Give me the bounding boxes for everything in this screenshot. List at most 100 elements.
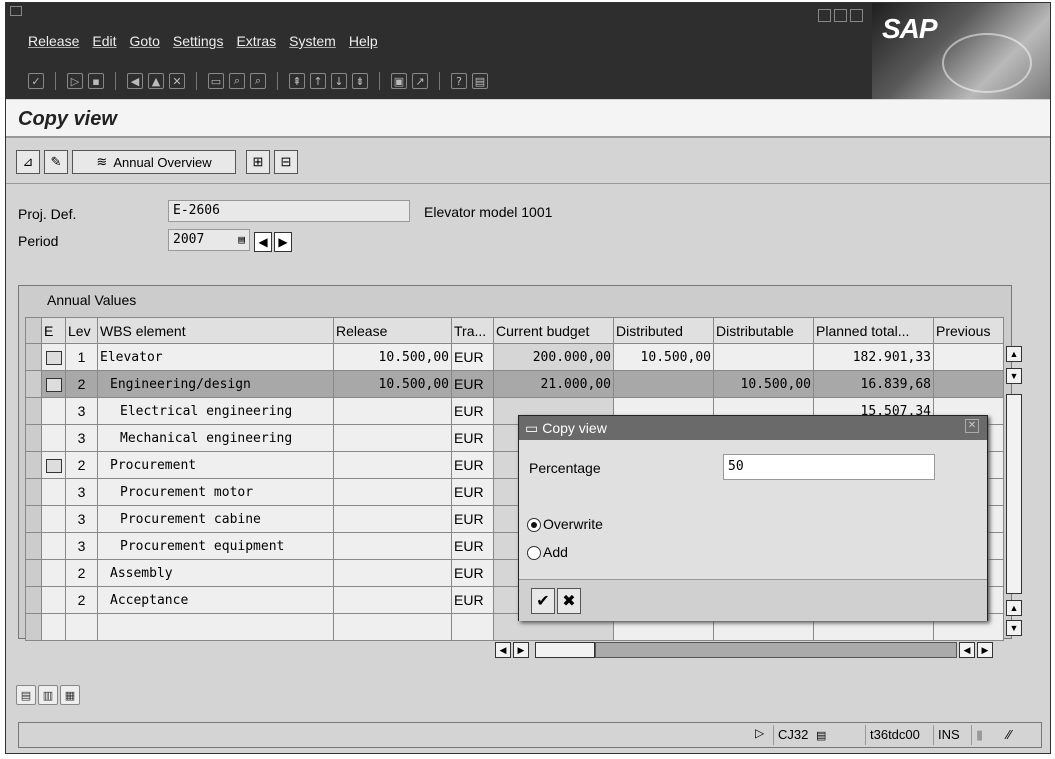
vertical-scrollbar[interactable]: ▲ ▼ ▲ ▼ (1006, 344, 1026, 650)
row-selector[interactable] (25, 559, 42, 587)
next-page-icon[interactable]: ↓ (331, 73, 347, 89)
cell-level[interactable]: 2 (65, 559, 98, 587)
new-session-icon[interactable]: ▣ (391, 73, 407, 89)
cell-level[interactable]: 3 (65, 532, 98, 560)
cell-release[interactable] (333, 613, 452, 641)
cell-expand[interactable] (41, 613, 66, 641)
cell-current-budget[interactable]: 21.000,00 (493, 370, 614, 398)
cell-wbs-element[interactable]: Procurement (97, 451, 334, 479)
save-icon[interactable]: ▪ (88, 73, 104, 89)
menu-edit[interactable]: Edit (92, 33, 116, 49)
previous-page-icon[interactable]: ↑ (310, 73, 326, 89)
hierarchy-node-icon[interactable] (45, 459, 62, 474)
last-page-icon[interactable]: ⇟ (352, 73, 368, 89)
check-icon[interactable]: ✓ (28, 73, 44, 89)
close-window-button[interactable] (850, 9, 863, 22)
cell-level[interactable]: 2 (65, 586, 98, 614)
cell-currency[interactable]: EUR (451, 559, 494, 587)
cell-currency[interactable]: EUR (451, 478, 494, 506)
annual-overview-button[interactable]: ≋ Annual Overview (72, 150, 236, 174)
cell-currency[interactable]: EUR (451, 343, 494, 371)
cell-expand[interactable] (41, 478, 66, 506)
row-selector[interactable] (25, 451, 42, 479)
cell-level[interactable]: 3 (65, 424, 98, 452)
cell-previous[interactable] (933, 370, 1004, 398)
horizontal-scroll-track[interactable] (595, 642, 957, 658)
column-header-wbs-element[interactable]: WBS element (97, 317, 334, 344)
resize-grip-icon[interactable]: ⁄⁄ (1003, 725, 1039, 745)
cell-level[interactable] (65, 613, 98, 641)
row-selector[interactable] (25, 397, 42, 425)
percentage-input[interactable]: 50 (723, 454, 935, 480)
vertical-scroll-thumb[interactable] (1006, 394, 1022, 594)
row-selector[interactable] (25, 586, 42, 614)
minimize-button[interactable] (818, 9, 831, 22)
cell-release[interactable] (333, 397, 452, 425)
cell-level[interactable]: 3 (65, 397, 98, 425)
menu-extras[interactable]: Extras (236, 33, 276, 49)
cell-currency[interactable]: EUR (451, 505, 494, 533)
hierarchy-node-icon[interactable] (45, 378, 62, 393)
find-icon[interactable]: ⌕ (229, 73, 245, 89)
row-selector[interactable] (25, 505, 42, 533)
menu-release[interactable]: Release (28, 33, 79, 49)
cancel-button[interactable]: ✖ (557, 588, 581, 614)
menu-system[interactable]: System (289, 33, 336, 49)
cell-release[interactable] (333, 451, 452, 479)
cell-currency[interactable]: EUR (451, 370, 494, 398)
cell-wbs-element[interactable]: Assembly (97, 559, 334, 587)
system-menu-icon[interactable] (10, 6, 22, 16)
cell-release[interactable] (333, 586, 452, 614)
add-option[interactable]: Add (527, 544, 568, 561)
cell-current-budget[interactable]: 200.000,00 (493, 343, 614, 371)
previous-period-button[interactable]: ◀ (254, 232, 272, 252)
cell-level[interactable]: 3 (65, 478, 98, 506)
cell-wbs-element[interactable] (97, 613, 334, 641)
hierarchy-icon[interactable]: ⊿ (16, 150, 40, 174)
layout-icon[interactable]: ▤ (472, 73, 488, 89)
row-selector[interactable] (25, 613, 42, 641)
column-header-previous[interactable]: Previous (933, 317, 1004, 344)
cell-expand[interactable] (41, 532, 66, 560)
cell-release[interactable] (333, 559, 452, 587)
cell-level[interactable]: 3 (65, 505, 98, 533)
proj-def-field[interactable]: E-2606 (168, 200, 410, 222)
row-selector[interactable] (25, 478, 42, 506)
column-header-release[interactable]: Release (333, 317, 452, 344)
column-header-distributed[interactable]: Distributed (613, 317, 714, 344)
column-header-e[interactable]: E (41, 317, 66, 344)
menu-goto[interactable]: Goto (130, 33, 160, 49)
cell-release[interactable] (333, 505, 452, 533)
change-icon[interactable]: ✎ (44, 150, 68, 174)
cell-expand[interactable] (41, 424, 66, 452)
cell-level[interactable]: 1 (65, 343, 98, 371)
cell-release[interactable]: 10.500,00 (333, 343, 452, 371)
cell-wbs-element[interactable]: Engineering/design (97, 370, 334, 398)
cell-currency[interactable]: EUR (451, 424, 494, 452)
command-field-icon[interactable]: ▷ (67, 73, 83, 89)
scroll-down-button[interactable]: ▼ (1006, 368, 1022, 384)
cell-currency[interactable]: EUR (451, 586, 494, 614)
cell-currency[interactable]: EUR (451, 451, 494, 479)
exit-icon[interactable]: ▲ (148, 73, 164, 89)
scroll-left-button-right[interactable]: ◀ (959, 642, 975, 658)
row-selector[interactable] (25, 343, 42, 371)
find-next-icon[interactable]: ⌕ (250, 73, 266, 89)
cell-release[interactable] (333, 478, 452, 506)
period-field[interactable]: 2007 ▤ (168, 229, 250, 251)
cell-wbs-element[interactable]: Procurement motor (97, 478, 334, 506)
system-info-icon[interactable]: ▤ (816, 730, 826, 742)
column-header-planned-total[interactable]: Planned total... (813, 317, 934, 344)
expand-icon[interactable]: ⊞ (246, 150, 270, 174)
scroll-up-button-bottom[interactable]: ▲ (1006, 600, 1022, 616)
deselect-all-icon[interactable]: ▦ (60, 685, 80, 705)
cell-distributed[interactable] (613, 370, 714, 398)
cell-expand[interactable] (41, 397, 66, 425)
cell-currency[interactable] (451, 613, 494, 641)
cell-expand[interactable] (41, 586, 66, 614)
horizontal-scroll-thumb[interactable] (535, 642, 595, 658)
column-header-current-budget[interactable]: Current budget (493, 317, 614, 344)
cell-expand[interactable] (41, 505, 66, 533)
maximize-button[interactable] (834, 9, 847, 22)
cell-wbs-element[interactable]: Acceptance (97, 586, 334, 614)
